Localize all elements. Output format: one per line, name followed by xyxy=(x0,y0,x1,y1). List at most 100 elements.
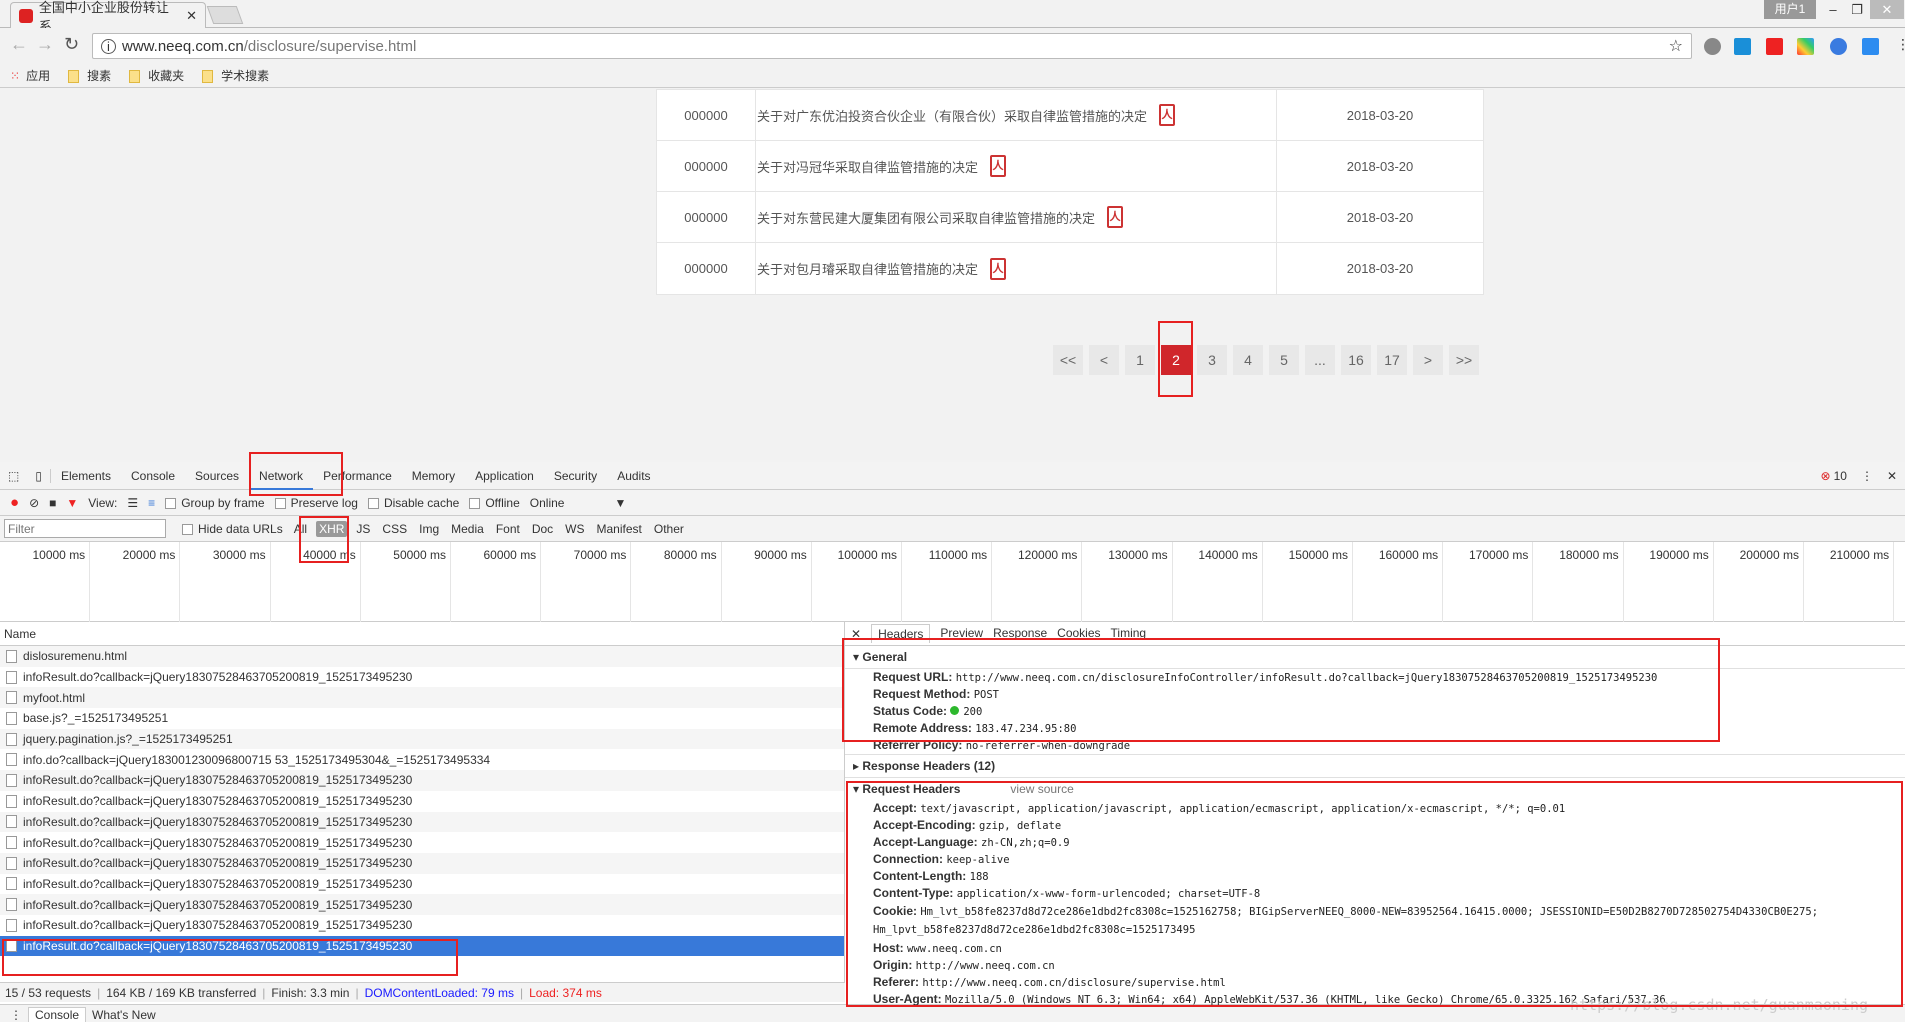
name-column-header[interactable]: Name xyxy=(0,622,844,646)
request-row[interactable]: infoResult.do?callback=jQuery18307528463… xyxy=(0,811,844,833)
filter-type-other[interactable]: Other xyxy=(651,521,687,537)
browser-tab[interactable]: 全国中小企业股份转让系 ✕ xyxy=(10,0,206,34)
filter-type-all[interactable]: All xyxy=(291,521,310,537)
restore-icon[interactable]: ❐ xyxy=(1840,0,1874,19)
filter-type-media[interactable]: Media xyxy=(448,521,487,537)
detail-tab-response[interactable]: Response xyxy=(993,624,1047,643)
offline-checkbox[interactable]: Offline xyxy=(469,496,520,510)
filter-type-img[interactable]: Img xyxy=(416,521,442,537)
page-button[interactable]: > xyxy=(1413,345,1443,375)
request-row[interactable]: infoResult.do?callback=jQuery18307528463… xyxy=(0,770,844,791)
title-link[interactable]: 关于对东营民建大厦集团有限公司采取自律监管措施的决定 xyxy=(757,208,1095,227)
pdf-icon[interactable]: 人 xyxy=(990,257,1007,280)
request-row[interactable]: infoResult.do?callback=jQuery18307528463… xyxy=(0,667,844,688)
tab-application[interactable]: Application xyxy=(465,462,544,490)
hide-data-urls-checkbox[interactable]: Hide data URLs xyxy=(182,522,283,536)
tab-network[interactable]: Network xyxy=(249,462,314,490)
close-window-icon[interactable]: ✕ xyxy=(1870,0,1904,19)
request-row[interactable]: myfoot.html xyxy=(0,687,844,709)
filter-input[interactable] xyxy=(4,519,166,538)
preserve-log-checkbox[interactable]: Preserve log xyxy=(274,496,358,510)
tab-sources[interactable]: Sources xyxy=(185,462,249,490)
filter-type-xhr[interactable]: XHR xyxy=(316,520,348,537)
detail-tab-preview[interactable]: Preview xyxy=(940,624,983,643)
filter-type-js[interactable]: JS xyxy=(353,521,373,537)
page-button[interactable]: 5 xyxy=(1269,345,1299,375)
view-source-link[interactable]: view source xyxy=(1010,782,1073,796)
device-toggle-icon[interactable]: ▯ xyxy=(27,468,51,483)
profile-button[interactable]: 用户1 xyxy=(1764,0,1816,19)
tab-audits[interactable]: Audits xyxy=(607,462,660,490)
page-button[interactable]: 2 xyxy=(1161,345,1191,375)
extension-pinwheel-icon[interactable] xyxy=(1797,38,1814,55)
page-button[interactable]: < xyxy=(1089,345,1119,375)
bookmark-folder[interactable]: 收藏夹 xyxy=(129,67,184,84)
request-row[interactable]: infoResult.do?callback=jQuery18307528463… xyxy=(0,894,844,915)
page-button[interactable]: 17 xyxy=(1377,345,1407,375)
close-devtools-icon[interactable]: ✕ xyxy=(1887,469,1897,483)
request-row[interactable]: infoResult.do?callback=jQuery18307528463… xyxy=(0,935,844,957)
large-rows-icon[interactable]: ☰ xyxy=(127,496,138,510)
tab-elements[interactable]: Elements xyxy=(51,462,121,490)
filter-icon[interactable]: ▼ xyxy=(66,496,78,510)
info-icon[interactable]: i xyxy=(101,38,116,54)
extension-m-icon[interactable] xyxy=(1734,38,1751,55)
disable-cache-checkbox[interactable]: Disable cache xyxy=(367,496,459,510)
filter-type-ws[interactable]: WS xyxy=(562,521,587,537)
record-icon[interactable]: ● xyxy=(10,494,19,511)
response-headers-section[interactable]: ▸ Response Headers (12) xyxy=(845,754,1905,778)
close-detail-icon[interactable]: ✕ xyxy=(851,627,861,641)
page-button[interactable]: ... xyxy=(1305,345,1335,375)
request-row[interactable]: infoResult.do?callback=jQuery18307528463… xyxy=(0,832,844,853)
request-row[interactable]: infoResult.do?callback=jQuery18307528463… xyxy=(0,852,844,874)
pdf-icon[interactable]: 人 xyxy=(990,155,1007,177)
back-icon[interactable]: ← xyxy=(10,34,28,55)
extension-p-icon[interactable] xyxy=(1862,38,1879,55)
close-tab-icon[interactable]: ✕ xyxy=(186,8,197,24)
drawer-tab-whats-new[interactable]: What's New xyxy=(92,1008,156,1022)
bookmark-folder[interactable]: 学术搜素 xyxy=(202,67,269,84)
tab-performance[interactable]: Performance xyxy=(313,462,402,490)
devtools-menu-icon[interactable]: ⋮ xyxy=(1861,469,1873,483)
page-button[interactable]: 3 xyxy=(1197,345,1227,375)
request-row[interactable]: dislosuremenu.html xyxy=(0,646,844,667)
clear-icon[interactable]: ⊘ xyxy=(29,496,39,510)
tab-console[interactable]: Console xyxy=(121,462,185,490)
tab-memory[interactable]: Memory xyxy=(402,462,465,490)
bookmark-apps[interactable]: ⁙ 应用 xyxy=(10,67,50,84)
request-headers-section[interactable]: ▾ Request Headers view source xyxy=(845,778,1905,800)
throttle-select[interactable]: Online ▼ xyxy=(530,496,627,510)
title-link[interactable]: 关于对冯冠华采取自律监管措施的决定 xyxy=(757,157,978,176)
request-row[interactable]: infoResult.do?callback=jQuery18307528463… xyxy=(0,791,844,812)
bookmark-star-icon[interactable]: ☆ xyxy=(1669,36,1683,56)
request-row[interactable]: infoResult.do?callback=jQuery18307528463… xyxy=(0,874,844,895)
menu-icon[interactable]: ⋮ xyxy=(1896,36,1905,53)
pdf-icon[interactable]: 人 xyxy=(1107,206,1124,228)
bookmark-folder[interactable]: 搜素 xyxy=(68,67,111,84)
filter-type-doc[interactable]: Doc xyxy=(529,521,556,537)
tab-security[interactable]: Security xyxy=(544,462,607,490)
pdf-icon[interactable]: 人 xyxy=(1159,104,1176,126)
address-bar[interactable]: i www.neeq.com.cn/disclosure/supervise.ht… xyxy=(92,33,1692,59)
filter-type-css[interactable]: CSS xyxy=(379,521,410,537)
filter-type-manifest[interactable]: Manifest xyxy=(594,521,645,537)
page-button[interactable]: 16 xyxy=(1341,345,1371,375)
extension-cap-icon[interactable] xyxy=(1830,38,1847,55)
waterfall-icon[interactable]: ≡ xyxy=(148,496,155,510)
detail-tab-headers[interactable]: Headers xyxy=(871,624,931,643)
request-row[interactable]: info.do?callback=jQuery18300123009680071… xyxy=(0,749,844,770)
detail-tab-cookies[interactable]: Cookies xyxy=(1057,624,1100,643)
network-timeline[interactable]: 10000 ms 20000 ms 30000 ms 40000 ms 50000 ms… xyxy=(0,542,1905,622)
screenshot-icon[interactable]: ■ xyxy=(49,496,56,510)
forward-icon[interactable]: → xyxy=(36,34,54,55)
detail-tab-timing[interactable]: Timing xyxy=(1111,624,1147,643)
reload-icon[interactable]: ↻ xyxy=(64,34,79,55)
error-icon[interactable]: ⊗ xyxy=(1821,469,1831,483)
page-button[interactable]: >> xyxy=(1449,345,1479,375)
request-row[interactable]: infoResult.do?callback=jQuery18307528463… xyxy=(0,915,844,936)
new-tab-button[interactable] xyxy=(206,6,244,24)
title-link[interactable]: 关于对包月璿采取自律监管措施的决定 xyxy=(757,259,978,278)
general-section[interactable]: ▾ General xyxy=(845,646,1905,669)
inspect-icon[interactable]: ⬚ xyxy=(0,469,27,483)
extension-icon[interactable] xyxy=(1704,38,1721,55)
